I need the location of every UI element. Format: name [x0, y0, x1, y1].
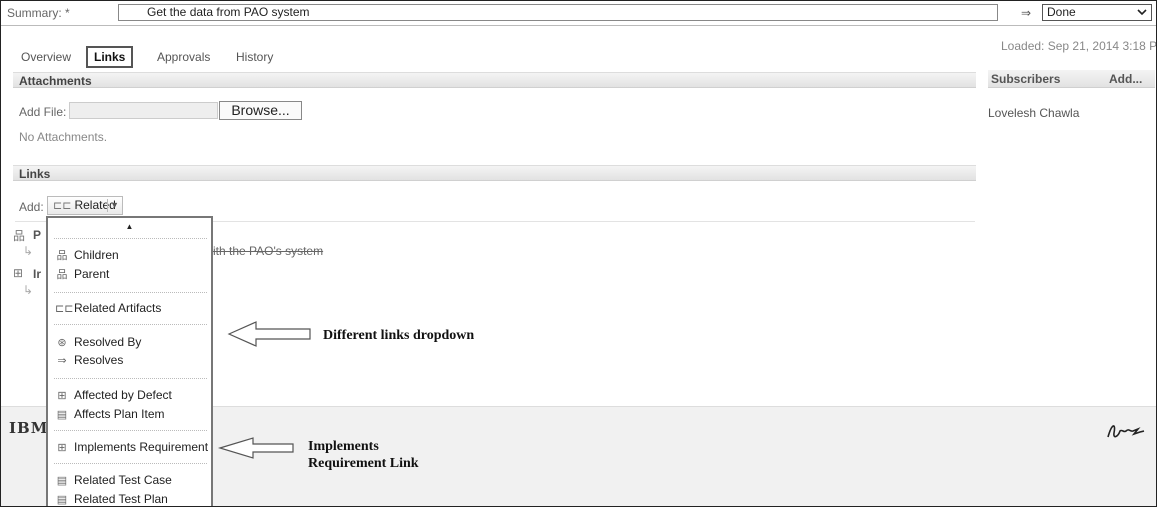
tab-overview[interactable]: Overview [21, 50, 71, 64]
summary-row: Summary: * Get the data from PAO system … [1, 1, 1156, 26]
menu-item-label: Related Artifacts [74, 301, 162, 315]
ibm-logo: IBM [9, 419, 49, 437]
no-attachments-text: No Attachments. [19, 130, 108, 144]
browse-button[interactable]: Browse... [219, 101, 302, 120]
menu-item-affected-by-defect[interactable]: ⊞ Affected by Defect [48, 387, 211, 403]
menu-item-implements-requirement[interactable]: ⊞ Implements Requirement [48, 439, 211, 455]
menu-item-label: Related Test Case [74, 473, 172, 487]
menu-item-label: Children [74, 248, 119, 262]
menu-item-related-test-plan[interactable]: ▤ Related Test Plan [48, 491, 211, 506]
annotation-arrow-icon [227, 321, 311, 347]
hierarchy-icon: 品 [56, 250, 68, 262]
annotation-arrow-icon [217, 437, 294, 459]
tree-connector-icon: ↳ [23, 244, 34, 258]
button-separator [107, 199, 108, 212]
links-header: Links [13, 165, 976, 181]
test-case-icon: ▤ [56, 475, 68, 487]
add-link-type-button[interactable]: ⊏⊏ Related ▼ [47, 196, 123, 215]
parent-group-label: P [33, 228, 42, 242]
summary-value: Get the data from PAO system [147, 5, 310, 19]
parent-link-item[interactable]: ith the PAO's system [213, 244, 323, 258]
subscribers-title: Subscribers [991, 72, 1061, 86]
annotation-implements-requirement: Implements Requirement Link [308, 438, 419, 472]
menu-separator [54, 324, 207, 325]
requirement-icon: ⊞ [57, 442, 67, 454]
tree-connector-icon: ↳ [23, 283, 34, 297]
add-subscriber-button[interactable]: Add... [1109, 70, 1142, 88]
jazz-logo [1107, 425, 1145, 438]
related-icon: ⊏⊏ [53, 200, 72, 212]
requirement-icon: ⊞ [13, 266, 24, 280]
menu-separator [54, 238, 207, 239]
tab-approvals[interactable]: Approvals [157, 50, 210, 64]
menu-item-resolved-by[interactable]: ⊛ Resolved By [48, 334, 211, 350]
chevron-down-icon [1137, 9, 1147, 16]
menu-separator [54, 430, 207, 431]
summary-label: Summary: * [7, 6, 70, 20]
state-value: Done [1047, 5, 1076, 19]
tab-links[interactable]: Links [86, 46, 134, 68]
menu-separator [54, 463, 207, 464]
menu-item-related-artifacts[interactable]: ⊏⊏Related Artifacts [48, 300, 211, 316]
file-path-input[interactable] [69, 102, 218, 119]
annotation-line: Implements [308, 439, 379, 454]
implements-group-label: Ir [33, 267, 42, 281]
menu-item-affects-plan-item[interactable]: ▤ Affects Plan Item [48, 406, 211, 422]
tab-history[interactable]: History [236, 50, 273, 64]
menu-item-children[interactable]: 品 Children [48, 247, 211, 263]
menu-item-label: Resolves [74, 353, 124, 367]
resolved-by-icon: ⊛ [57, 337, 67, 349]
state-select[interactable]: Done [1042, 4, 1152, 21]
related-artifacts-icon: ⊏⊏ [55, 303, 74, 315]
annotation-line: Requirement Link [308, 456, 419, 471]
add-link-label: Add: [19, 200, 44, 214]
menu-item-label: Affects Plan Item [74, 407, 165, 421]
summary-input[interactable]: Get the data from PAO system [118, 4, 998, 21]
arrow-right-icon: ⇒ [57, 355, 67, 367]
add-file-label: Add File: [19, 105, 67, 119]
subscribers-header: Subscribers Add... [988, 70, 1155, 88]
work-item-editor: Summary: * Get the data from PAO system … [0, 0, 1157, 507]
menu-item-related-test-case[interactable]: ▤ Related Test Case [48, 472, 211, 488]
test-plan-icon: ▤ [56, 494, 68, 506]
menu-item-label: Parent [74, 267, 110, 281]
menu-item-parent[interactable]: 品 Parent [48, 266, 211, 282]
hierarchy-icon: 品 [56, 269, 68, 281]
subscriber-name: Lovelesh Chawla [988, 106, 1080, 120]
hierarchy-icon: 品 [13, 229, 26, 243]
dropdown-arrow-icon[interactable]: ▼ [110, 197, 119, 214]
annotation-dropdown: Different links dropdown [323, 328, 475, 343]
link-types-dropdown: ▲ 品 Children 品 Parent ⊏⊏Related Artifacts … [46, 216, 213, 506]
attachments-header: Attachments [13, 72, 976, 88]
state-arrow-icon: ⇒ [1021, 6, 1032, 20]
scroll-up-icon[interactable]: ▲ [48, 222, 211, 231]
menu-item-label: Related Test Plan [74, 492, 168, 506]
plan-item-icon: ▤ [56, 409, 68, 421]
menu-item-resolves[interactable]: ⇒ Resolves [48, 352, 211, 368]
menu-separator [54, 378, 207, 379]
loaded-timestamp: Loaded: Sep 21, 2014 3:18 PM [1001, 39, 1157, 53]
menu-separator [54, 292, 207, 293]
menu-item-label: Affected by Defect [74, 388, 172, 402]
menu-item-label: Implements Requirement [74, 440, 209, 454]
defect-icon: ⊞ [57, 390, 67, 402]
menu-item-label: Resolved By [74, 335, 142, 349]
